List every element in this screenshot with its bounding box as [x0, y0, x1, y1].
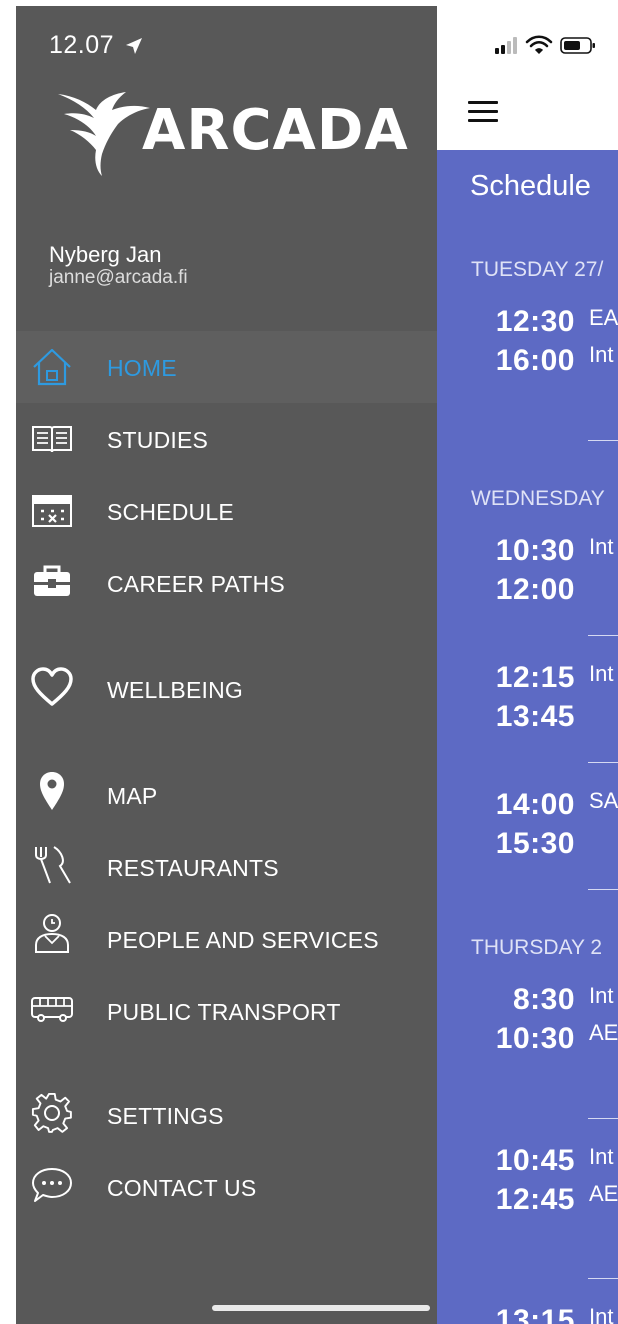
menu-item-studies[interactable]: STUDIES — [16, 403, 437, 475]
menu-label-restaurants: RESTAURANTS — [107, 855, 279, 881]
clock-text: 12.07 — [49, 31, 115, 59]
battery-icon — [560, 37, 595, 54]
event-end-time: 12:00 — [495, 573, 575, 606]
menu-label-people-and-services: PEOPLE AND SERVICES — [107, 927, 379, 953]
cellular-signal-icon — [495, 37, 517, 54]
schedule-event[interactable]: 10:30 12:00 Int — [437, 534, 618, 614]
event-start-time: 12:30 — [495, 305, 575, 338]
menu-item-restaurants[interactable]: RESTAURANTS — [16, 831, 437, 903]
schedule-event[interactable]: 10:45 12:45 Int AE — [437, 1144, 618, 1224]
event-subtitle: Int — [589, 342, 614, 367]
event-start-time: 8:30 — [512, 983, 575, 1016]
menu-label-home: HOME — [107, 355, 177, 381]
menu-item-map[interactable]: MAP — [16, 759, 437, 831]
user-name: Nyberg Jan — [49, 242, 162, 267]
event-start-time: 14:00 — [495, 788, 575, 821]
menu-label-studies: STUDIES — [107, 427, 209, 453]
menu-label-settings: SETTINGS — [107, 1103, 224, 1129]
logo-text: ARCADA — [142, 98, 409, 163]
event-title: Int — [589, 1144, 614, 1169]
logo-bird-icon — [58, 92, 150, 176]
event-title: EA — [589, 305, 618, 330]
menu-item-home[interactable]: HOME — [16, 331, 437, 403]
schedule-event[interactable]: 8:30 10:30 Int AE — [437, 983, 618, 1063]
event-start-time: 10:45 — [495, 1144, 575, 1177]
home-icon — [30, 345, 74, 389]
event-title: SA — [589, 788, 618, 813]
event-subtitle: AE — [589, 1020, 618, 1045]
day-header-tuesday: TUESDAY 27/ — [471, 258, 604, 281]
event-divider — [588, 635, 618, 636]
event-title: Int — [589, 983, 614, 1008]
event-end-time: 15:30 — [495, 827, 575, 860]
event-title: Int — [589, 661, 614, 686]
fork-knife-icon — [30, 843, 74, 887]
hamburger-menu-icon[interactable] — [468, 101, 498, 123]
briefcase-icon — [30, 559, 74, 603]
user-email: janne@arcada.fi — [49, 267, 188, 288]
heart-icon — [30, 665, 74, 709]
menu-item-schedule[interactable]: SCHEDULE — [16, 475, 437, 547]
wifi-icon — [525, 35, 553, 54]
menu-label-wellbeing: WELLBEING — [107, 677, 244, 703]
event-end-time: 13:45 — [495, 700, 575, 733]
event-end-time: 16:00 — [495, 344, 575, 377]
event-start-time: 12:15 — [495, 661, 575, 694]
person-icon — [30, 911, 74, 955]
status-bar-icons — [495, 35, 595, 54]
day-header-thursday: THURSDAY 2 — [471, 936, 603, 959]
event-divider — [588, 440, 618, 441]
event-start-time: 10:30 — [495, 534, 575, 567]
app-screen: 12.07 ARCADA Nyberg Jan janne@arcada.fi … — [0, 0, 618, 1324]
map-pin-icon — [30, 769, 74, 813]
app-bar — [437, 0, 618, 150]
menu-label-schedule: SCHEDULE — [107, 499, 234, 525]
event-start-time: 13:15 — [495, 1304, 575, 1324]
schedule-event[interactable]: 12:30 16:00 EA Int — [437, 305, 618, 385]
menu-label-public-transport: PUBLIC TRANSPORT — [107, 999, 341, 1025]
status-clock: 12.07 — [49, 31, 143, 60]
menu-item-people-and-services[interactable]: PEOPLE AND SERVICES — [16, 903, 437, 975]
bus-icon — [30, 987, 74, 1031]
menu-label-contact-us: CONTACT US — [107, 1175, 257, 1201]
menu-item-career-paths[interactable]: CAREER PATHS — [16, 547, 437, 619]
menu-item-contact-us[interactable]: CONTACT US — [16, 1151, 437, 1223]
chat-bubble-icon — [30, 1163, 74, 1207]
event-divider — [588, 889, 618, 890]
menu-label-map: MAP — [107, 783, 158, 809]
menu-label-career-paths: CAREER PATHS — [107, 571, 285, 597]
menu-item-public-transport[interactable]: PUBLIC TRANSPORT — [16, 975, 437, 1047]
event-title: Int — [589, 534, 614, 559]
menu-item-settings[interactable]: SETTINGS — [16, 1079, 437, 1151]
menu-item-wellbeing[interactable]: WELLBEING — [16, 653, 437, 725]
event-divider — [588, 1118, 618, 1119]
event-end-time: 10:30 — [495, 1022, 575, 1055]
event-divider — [588, 762, 618, 763]
arcada-logo: ARCADA — [56, 88, 408, 178]
book-icon — [30, 417, 74, 461]
schedule-event[interactable]: 12:15 13:45 Int — [437, 661, 618, 741]
event-title: Int — [589, 1304, 614, 1324]
page-title: Schedule — [470, 170, 591, 202]
calendar-icon — [30, 489, 74, 533]
schedule-event[interactable]: 14:00 15:30 SA — [437, 788, 618, 868]
navigation-drawer: 12.07 ARCADA Nyberg Jan janne@arcada.fi … — [16, 6, 437, 1324]
home-indicator[interactable] — [212, 1305, 430, 1311]
event-divider — [588, 1278, 618, 1279]
event-subtitle: AE — [589, 1181, 618, 1206]
schedule-event[interactable]: 13:15 Int — [437, 1304, 618, 1324]
gear-icon — [30, 1091, 74, 1135]
schedule-pane[interactable]: Schedule TUESDAY 27/ 12:30 16:00 EA Int … — [437, 0, 618, 1324]
event-end-time: 12:45 — [495, 1183, 575, 1216]
day-header-wednesday: WEDNESDAY — [471, 487, 605, 510]
location-arrow-icon — [125, 38, 142, 54]
